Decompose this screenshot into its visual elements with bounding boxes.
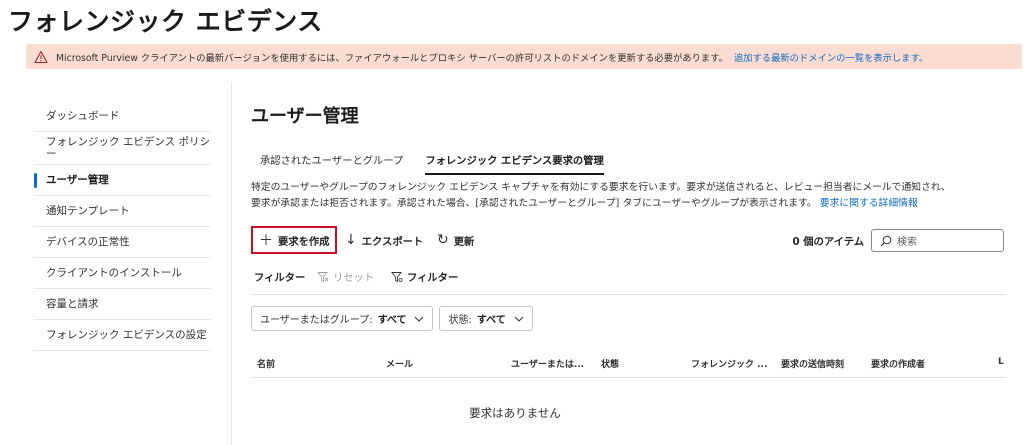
column-header-forensic[interactable]: フォレンジック ...	[691, 357, 767, 370]
search-placeholder: 検索	[897, 237, 917, 248]
plus-icon: ＋	[259, 233, 273, 249]
toolbar: ＋ 要求を作成 ↓ エクスポート ↻ 更新 0 個のアイテム 検索	[251, 226, 1006, 254]
filter-button[interactable]: フィルター	[391, 269, 458, 284]
export-button[interactable]: ↓ エクスポート	[345, 226, 423, 254]
sidebar-item-forensic-settings[interactable]: フォレンジック エビデンスの設定	[34, 320, 211, 351]
tab-list: 承認されたユーザーとグループ フォレンジック エビデンス要求の管理	[251, 150, 617, 175]
column-header-user-group[interactable]: ユーザーまたは...	[511, 357, 584, 370]
column-header-truncated[interactable]: L	[998, 357, 1004, 367]
filter-settings-icon	[391, 271, 403, 282]
learn-more-link[interactable]: 要求に関する詳細情報	[820, 198, 918, 209]
description: 特定のユーザーやグループのフォレンジック エビデンス キャプチャを有効にする要求…	[251, 180, 1021, 212]
status-dropdown-value: すべて	[476, 315, 506, 326]
chevron-down-icon	[415, 316, 424, 322]
status-dropdown[interactable]: 状態: すべて	[439, 306, 533, 331]
column-header-requester[interactable]: 要求の作成者	[871, 357, 925, 370]
description-line-2: 要求が承認または拒否されます。承認された場合、[承認されたユーザーとグループ] …	[251, 198, 817, 209]
refresh-label: 更新	[453, 235, 475, 248]
create-request-label: 要求を作成	[278, 235, 330, 248]
sidebar-nav: ダッシュボード フォレンジック エビデンス ポリシー ユーザー管理 通知テンプレ…	[34, 101, 211, 351]
sidebar-item-forensic-policy[interactable]: フォレンジック エビデンス ポリシー	[34, 132, 211, 165]
filter-row: フィルター リセット フィルター	[251, 266, 1006, 286]
refresh-button[interactable]: ↻ 更新	[437, 226, 474, 254]
sidebar-item-notification-templates[interactable]: 通知テンプレート	[34, 196, 211, 227]
column-header-sent-time[interactable]: 要求の送信時刻	[781, 357, 844, 370]
item-count: 0 個のアイテム	[792, 236, 864, 248]
user-group-dropdown-label: ユーザーまたはグループ:	[260, 315, 373, 326]
chevron-down-icon	[514, 316, 524, 322]
user-group-dropdown-value: すべて	[377, 315, 407, 326]
banner-message: Microsoft Purview クライアントの最新バージョンを使用するには、…	[56, 52, 728, 64]
sidebar-item-user-management[interactable]: ユーザー管理	[34, 165, 211, 196]
filter-divider	[251, 294, 1006, 295]
refresh-icon: ↻	[437, 232, 449, 248]
user-group-dropdown[interactable]: ユーザーまたはグループ: すべて	[251, 306, 434, 331]
sidebar-divider	[231, 82, 232, 445]
filter-button-label: フィルター	[407, 272, 459, 284]
sidebar-item-dashboard[interactable]: ダッシュボード	[34, 101, 211, 132]
reset-filter-button[interactable]: リセット	[317, 269, 374, 284]
tab-approved-users[interactable]: 承認されたユーザーとグループ	[251, 150, 412, 175]
page-title: フォレンジック エビデンス	[8, 7, 323, 36]
description-line-1: 特定のユーザーやグループのフォレンジック エビデンス キャプチャを有効にする要求…	[251, 182, 951, 193]
tab-manage-requests[interactable]: フォレンジック エビデンス要求の管理	[416, 150, 612, 175]
search-input[interactable]: 検索	[871, 229, 1004, 252]
create-request-button[interactable]: ＋ 要求を作成	[251, 226, 337, 254]
column-header-status[interactable]: 状態	[601, 357, 619, 370]
sidebar-item-capacity-billing[interactable]: 容量と請求	[34, 289, 211, 320]
warning-banner: Microsoft Purview クライアントの最新バージョンを使用するには、…	[26, 44, 1022, 69]
export-label: エクスポート	[361, 235, 424, 248]
section-title: ユーザー管理	[251, 106, 359, 127]
filter-reset-icon	[317, 271, 329, 282]
column-header-email[interactable]: メール	[386, 357, 413, 370]
filter-label: フィルター	[254, 272, 306, 284]
column-header-name[interactable]: 名前	[257, 357, 275, 370]
sidebar-item-client-install[interactable]: クライアントのインストール	[34, 258, 211, 289]
table-header: 名前 メール ユーザーまたは... 状態 フォレンジック ... 要求の送信時刻…	[251, 350, 1006, 378]
download-icon: ↓	[345, 232, 357, 248]
empty-state-message: 要求はありません	[469, 406, 561, 420]
status-dropdown-label: 状態:	[448, 315, 472, 326]
sidebar-item-device-health[interactable]: デバイスの正常性	[34, 227, 211, 258]
warning-icon	[34, 50, 48, 64]
banner-link[interactable]: 追加する最新のドメインの一覧を表示します。	[734, 50, 928, 64]
search-icon	[880, 235, 892, 246]
filter-dropdowns: ユーザーまたはグループ: すべて 状態: すべて	[251, 306, 533, 331]
reset-label: リセット	[333, 272, 375, 284]
